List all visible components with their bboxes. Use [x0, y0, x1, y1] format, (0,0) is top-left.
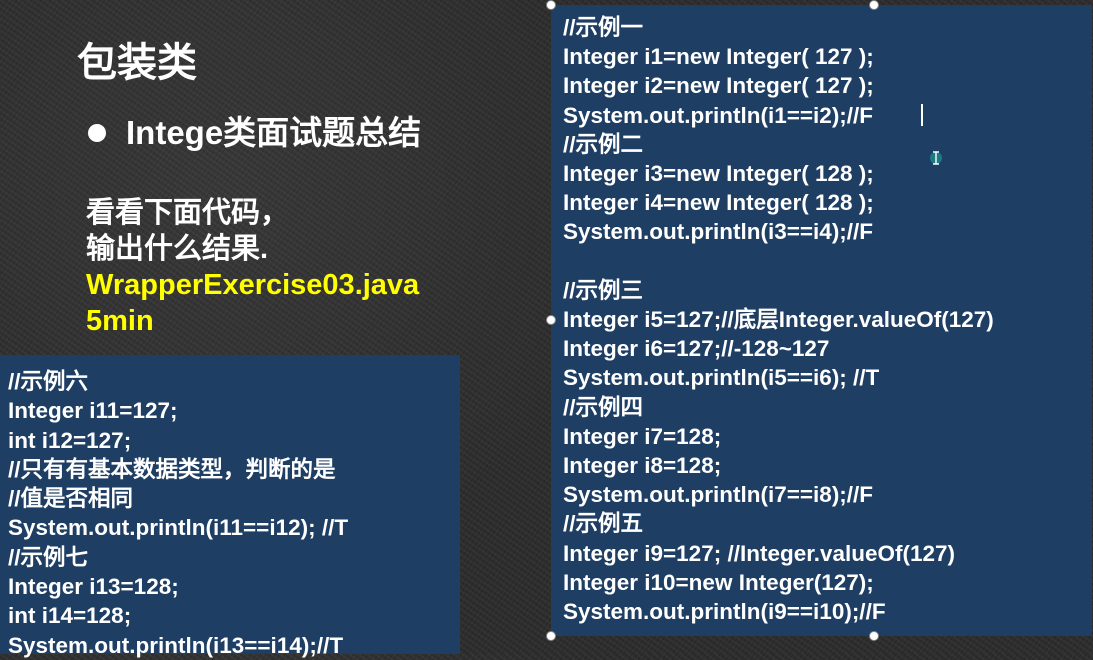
- prompt-line: 输出什么结果.: [86, 233, 269, 265]
- code-line: //示例七: [8, 544, 89, 570]
- bullet-dot-icon: [88, 124, 106, 142]
- code-line: //示例一: [563, 15, 644, 40]
- code-line: Integer i9=127; //Integer.valueOf(127): [563, 540, 956, 566]
- code-line: System.out.println(i11==i12); //T: [8, 515, 349, 541]
- code-line-blank: ​: [563, 247, 1092, 276]
- text-caret: [921, 104, 923, 126]
- exercise-filename: WrapperExercise03.java: [86, 269, 420, 301]
- code-line: System.out.println(i3==i4);//F: [563, 219, 874, 245]
- code-line: System.out.println(i7==i8);//F: [563, 482, 874, 508]
- code-line: //只有有基本数据类型，判断的是: [8, 456, 336, 482]
- code-line: //示例三: [563, 277, 644, 303]
- code-line: System.out.println(i1==i2);//F: [563, 102, 874, 128]
- code-box-right-selected[interactable]: //示例一 Integer i1=new Integer( 127 ); Int…: [551, 5, 1092, 636]
- code-line: Integer i7=128;: [563, 423, 722, 449]
- code-line: System.out.println(i13==i14);//T: [8, 632, 344, 658]
- resize-handle-middle-left[interactable]: [546, 315, 556, 325]
- code-line: Integer i1=new Integer( 127 );: [563, 44, 874, 70]
- ibeam-cursor-icon: [930, 151, 942, 165]
- resize-handle-top-center[interactable]: [869, 0, 879, 10]
- resize-handle-bottom-left[interactable]: [546, 631, 556, 641]
- time-limit: 5min: [86, 305, 154, 337]
- resize-handle-top-left[interactable]: [546, 0, 556, 10]
- code-line: System.out.println(i9==i10);//F: [563, 599, 886, 625]
- code-line: Integer i6=127;//-128~127: [563, 336, 830, 362]
- code-line: Integer i11=127;: [8, 398, 178, 424]
- code-line: //示例五: [563, 511, 644, 537]
- prompt-line: 看看下面代码，: [86, 197, 290, 229]
- code-line: Integer i10=new Integer(127);: [563, 569, 874, 595]
- resize-handle-bottom-center[interactable]: [869, 631, 879, 641]
- code-line: //示例六: [8, 369, 89, 394]
- code-line: Integer i3=new Integer( 128 );: [563, 161, 874, 187]
- code-line: Integer i5=127;//底层Integer.valueOf(127): [563, 307, 994, 333]
- code-line: int i12=127;: [8, 427, 132, 453]
- code-line: Integer i4=new Integer( 128 );: [563, 190, 874, 216]
- code-line: //示例四: [563, 394, 644, 420]
- code-line: //值是否相同: [8, 486, 134, 512]
- code-line: int i14=128;: [8, 603, 132, 629]
- prompt-text: 看看下面代码， 输出什么结果. WrapperExercise03.java 5…: [86, 195, 419, 339]
- code-line: Integer i8=128;: [563, 453, 722, 479]
- code-line: Integer i13=128;: [8, 574, 179, 600]
- bullet-point: Intege类面试题总结: [88, 113, 421, 153]
- code-line: //示例二: [563, 131, 644, 157]
- code-line: System.out.println(i5==i6); //T: [563, 365, 880, 391]
- code-line: Integer i2=new Integer( 127 );: [563, 73, 874, 99]
- bullet-text: Intege类面试题总结: [126, 114, 422, 151]
- code-box-left[interactable]: //示例六 Integer i11=127; int i12=127; //只有…: [0, 355, 460, 658]
- slide-title: 包装类: [77, 41, 197, 85]
